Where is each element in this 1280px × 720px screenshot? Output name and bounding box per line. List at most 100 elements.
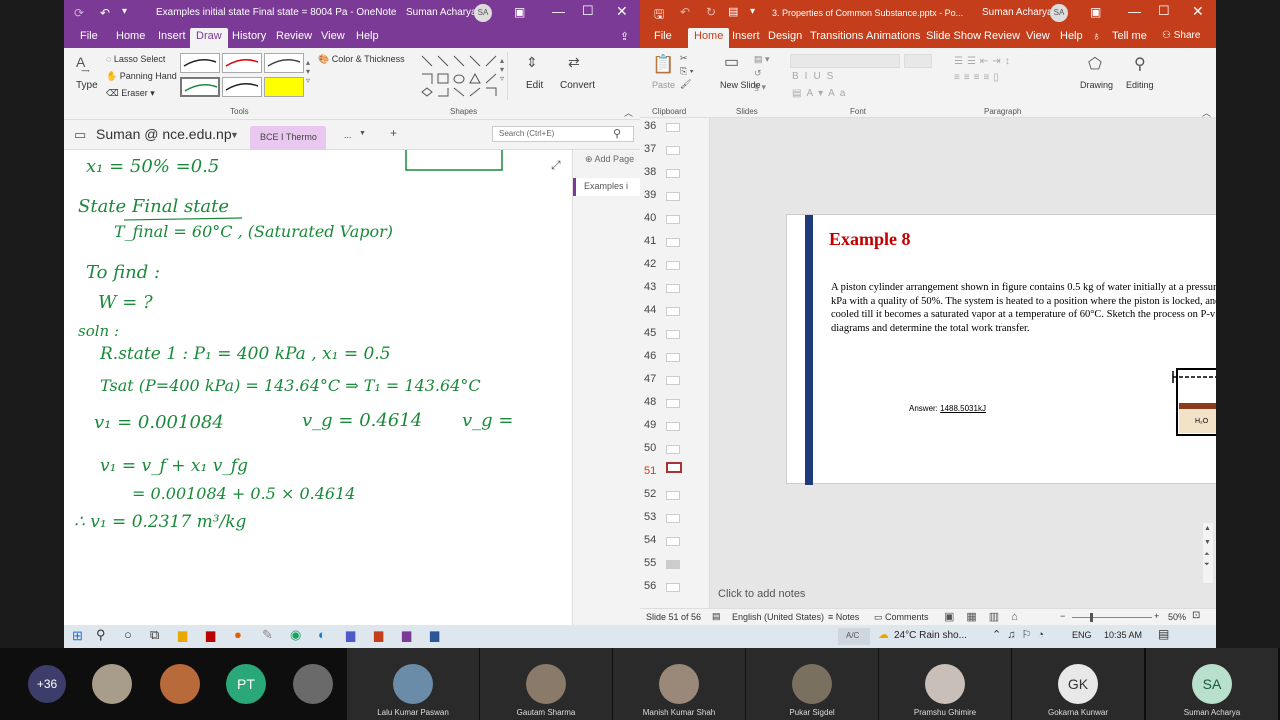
highlighter-yellow[interactable] <box>264 77 304 97</box>
close-icon[interactable]: ✕ <box>616 3 628 20</box>
notes-button[interactable]: ≡ Notes <box>828 612 859 622</box>
pen-red[interactable] <box>222 53 262 73</box>
firefox-icon[interactable]: ● <box>234 627 242 642</box>
participant-tile[interactable]: GK Gokarna Kunwar <box>1012 648 1144 720</box>
slide-thumb[interactable] <box>666 399 680 408</box>
shapes-gallery[interactable] <box>418 52 508 100</box>
file-explorer-icon[interactable]: ▆ <box>178 628 187 642</box>
edge-icon[interactable]: ◐ <box>318 627 326 642</box>
tab-home[interactable]: Home <box>688 28 730 48</box>
notes-placeholder[interactable]: Click to add notes <box>718 588 805 600</box>
pen-green-selected[interactable] <box>180 77 220 97</box>
color-thickness-button[interactable]: 🎨 Color & Thickness <box>318 54 405 65</box>
participant-initials[interactable]: PT <box>226 664 266 704</box>
tray-icons[interactable]: ⌃♫⚐◔ <box>992 628 1050 641</box>
slide-thumb[interactable] <box>666 491 680 500</box>
tab-history[interactable]: History <box>232 30 266 42</box>
slide-thumb[interactable] <box>666 537 680 546</box>
ac-badge[interactable]: A/C <box>838 628 870 645</box>
participant-photo[interactable] <box>92 664 132 704</box>
clock[interactable]: 10:35 AM <box>1104 630 1142 640</box>
save-icon[interactable]: 🖫 <box>654 5 664 26</box>
undo-icon[interactable]: ↶ <box>680 5 690 19</box>
paragraph-icons[interactable]: ☰☰⇤⇥↕ ≡≡≡≡▯ <box>954 54 1014 86</box>
user-name[interactable]: Suman Acharya <box>406 7 477 18</box>
onenote-icon[interactable]: ▆ <box>402 628 411 642</box>
add-section-button[interactable]: + <box>390 126 397 140</box>
answer-line[interactable]: Answer: 1488.5031kJ <box>909 404 986 413</box>
eraser-button[interactable]: ⌫ Eraser ▾ <box>106 88 155 99</box>
notebook-name[interactable]: Suman @ nce.edu.np <box>96 126 232 142</box>
section-tab[interactable]: BCE I Thermo <box>250 126 326 150</box>
tab-design[interactable]: Design <box>768 30 802 42</box>
app-red-icon[interactable]: ▆ <box>206 628 215 642</box>
maximize-icon[interactable]: ☐ <box>582 3 594 19</box>
font-color-icons[interactable]: ▤A▾Aa <box>792 88 850 99</box>
tab-review[interactable]: Review <box>276 30 312 42</box>
scroll-up-icon[interactable]: ▲ <box>1204 525 1211 532</box>
zoom-thumb[interactable] <box>1090 613 1093 622</box>
maximize-icon[interactable]: ☐ <box>1158 3 1170 19</box>
scrollbar[interactable]: ▲ ▼ ⏶ ⏷ <box>1203 523 1213 583</box>
participant-photo[interactable] <box>160 664 200 704</box>
page-item[interactable]: Examples i <box>573 178 640 196</box>
slide-thumb[interactable] <box>666 560 680 569</box>
slide-thumb[interactable] <box>666 146 680 155</box>
more-participants-button[interactable]: +36 <box>28 665 66 703</box>
collapse-ribbon-icon[interactable]: ︿ <box>624 106 633 119</box>
tab-animations[interactable]: Animations <box>866 30 920 42</box>
quick-access-icon[interactable]: ▾ <box>750 6 755 17</box>
present-icon[interactable]: ▤ <box>728 5 738 18</box>
ribbon-display-icon[interactable]: ▣ <box>514 5 525 19</box>
more-chevron-icon[interactable]: ▼ <box>359 130 366 137</box>
tab-transitions[interactable]: Transitions <box>810 30 863 42</box>
current-slide[interactable]: Example 8 A piston cylinder arrangement … <box>786 214 1216 485</box>
weather-icon[interactable]: ☁ <box>878 628 889 641</box>
powerpoint-icon[interactable]: ▆ <box>374 628 383 642</box>
cortana-icon[interactable]: ○ <box>124 627 132 642</box>
paste-button[interactable]: Paste <box>652 80 675 90</box>
participant-tile[interactable]: Gautam Sharma <box>480 648 612 720</box>
slide-thumb[interactable] <box>666 514 680 523</box>
zoom-in-icon[interactable]: + <box>1154 611 1159 621</box>
pen-black[interactable] <box>180 53 220 73</box>
tab-draw[interactable]: Draw <box>190 28 228 48</box>
next-slide-icon[interactable]: ⏷ <box>1204 561 1210 569</box>
tell-me-box[interactable]: Tell me <box>1112 30 1147 42</box>
tab-help[interactable]: Help <box>1060 30 1083 42</box>
prev-slide-icon[interactable]: ⏶ <box>1204 551 1210 559</box>
note-canvas[interactable]: ⤢ x₁ = 50% =0.5 State Final state T_fina… <box>64 150 572 625</box>
tab-help[interactable]: Help <box>356 30 379 42</box>
slide-thumb[interactable] <box>666 445 680 454</box>
participant-tile[interactable]: Pramshu Ghimire <box>879 648 1011 720</box>
quick-access-icon[interactable]: ▾ <box>122 6 127 17</box>
avatar[interactable]: SA <box>1050 4 1068 22</box>
undo-icon[interactable]: ↶ <box>100 6 110 20</box>
language[interactable]: English (United States) <box>732 612 824 622</box>
type-button[interactable]: Type <box>76 80 98 91</box>
ribbon-display-icon[interactable]: ▣ <box>1090 5 1101 19</box>
comments-button[interactable]: ▭ Comments <box>874 612 929 623</box>
zoom-out-icon[interactable]: − <box>1060 611 1065 621</box>
participant-tile[interactable]: Manish Kumar Shah <box>613 648 745 720</box>
tab-home[interactable]: Home <box>116 30 145 42</box>
tab-file[interactable]: File <box>80 30 98 42</box>
slide-thumb[interactable] <box>666 192 680 201</box>
convert-button[interactable]: Convert <box>560 80 595 91</box>
notification-icon[interactable]: ▤ <box>1158 627 1169 641</box>
font-format-icons[interactable]: BIUS <box>792 71 839 82</box>
zoom-slider[interactable] <box>1072 617 1152 618</box>
tab-insert[interactable]: Insert <box>158 30 186 42</box>
pen-gray[interactable] <box>264 53 304 73</box>
scroll-down-icon[interactable]: ▼ <box>1204 539 1211 546</box>
slide-thumb[interactable] <box>666 307 680 316</box>
drawing-button[interactable]: Drawing <box>1080 80 1113 90</box>
slide-thumb[interactable] <box>666 284 680 293</box>
sync-icon[interactable]: ⟳ <box>74 6 84 20</box>
share-icon[interactable]: ⇪ <box>620 30 629 43</box>
tab-view[interactable]: View <box>321 30 345 42</box>
chrome-icon[interactable]: ◉ <box>290 627 301 643</box>
windows-start-icon[interactable]: ⊞ <box>72 628 83 644</box>
avatar[interactable]: SA <box>474 4 492 22</box>
slide-thumb[interactable] <box>666 215 680 224</box>
